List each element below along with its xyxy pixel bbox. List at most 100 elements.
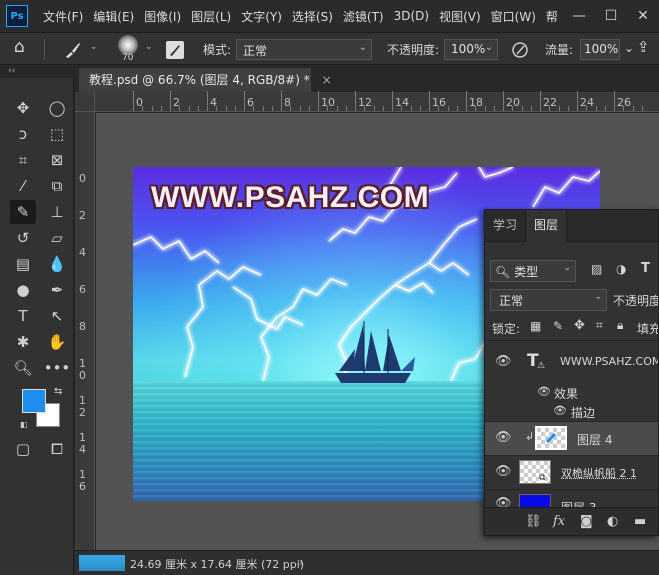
ruler-minor-tick — [225, 106, 227, 111]
add-mask-icon[interactable]: ◙ — [580, 514, 593, 529]
swap-colors-icon[interactable]: ⇆ — [54, 386, 62, 397]
crop-tool-icon[interactable]: ⌗ — [10, 148, 36, 172]
opacity-label: 不透明度: — [387, 43, 440, 57]
menu-help[interactable]: 帮 — [541, 8, 563, 25]
layer-filter-select[interactable]: 🔍︎ 类型 ⌄ — [490, 260, 576, 282]
type-tool-icon[interactable]: T — [10, 304, 36, 328]
ruler-minor-tick — [484, 106, 486, 111]
history-brush-tool-icon[interactable]: ↺ — [10, 226, 36, 250]
lock-transparent-icon[interactable]: ▦ — [530, 319, 541, 333]
visibility-eye-icon[interactable]: 👁︎ — [495, 354, 512, 369]
chevron-down-icon[interactable]: ⌄ — [624, 41, 634, 55]
more-tools-icon[interactable]: ••• — [44, 356, 71, 380]
toolbar-collapse[interactable]: ‹‹ — [0, 65, 44, 78]
home-icon[interactable]: ⌂ — [14, 37, 25, 57]
visibility-eye-icon[interactable]: 👁︎ — [553, 404, 567, 417]
clipping-mask-icon: ↲ — [525, 430, 535, 443]
layer-effects-row[interactable]: 👁︎ 效果 — [485, 383, 658, 401]
filter-adjustment-icon[interactable]: ◑ — [616, 262, 626, 276]
minimize-button[interactable]: — — [563, 8, 595, 24]
brush-tool-icon[interactable]: ✎ — [10, 200, 36, 224]
lock-artboard-icon[interactable]: ⌗ — [596, 318, 603, 333]
lock-all-icon[interactable]: 🔒︎ — [617, 318, 623, 333]
menu-3d[interactable]: 3D(D) — [389, 9, 434, 23]
ruler-major-tick — [281, 91, 282, 111]
document-dimensions[interactable]: 24.69 厘米 x 17.64 厘米 (72 ppi) — [130, 556, 304, 572]
menu-layer[interactable]: 图层(L) — [186, 8, 236, 25]
menu-filter[interactable]: 滤镜(T) — [338, 8, 389, 25]
ruler-minor-tick — [493, 106, 495, 111]
flow-input[interactable]: 100% — [580, 39, 620, 60]
default-colors-icon[interactable]: ◧ — [20, 420, 28, 429]
chevron-down-icon[interactable]: ⌄ — [145, 42, 153, 52]
lock-pixels-icon[interactable]: ✎ — [553, 319, 563, 333]
gradient-tool-icon[interactable]: ▤ — [10, 252, 36, 276]
move-tool-icon[interactable]: ✥ — [10, 96, 36, 120]
menu-image[interactable]: 图像(I) — [139, 8, 186, 25]
fx-icon[interactable]: fx — [553, 514, 565, 529]
layer-thumbnail[interactable] — [519, 460, 551, 484]
document-tab[interactable]: 教程.psd @ 66.7% (图层 4, RGB/8#) * × — [79, 68, 332, 92]
ruler-minor-tick — [447, 106, 449, 111]
brush-tool-icon[interactable] — [62, 40, 82, 60]
lock-position-icon[interactable]: ✥ — [574, 318, 585, 333]
layer-row-selected[interactable]: 👁︎ ↲ 图层 4 — [485, 422, 658, 455]
ruler-corner[interactable] — [75, 92, 95, 112]
chevron-down-icon[interactable]: ⌄ — [90, 42, 98, 52]
share-icon[interactable]: ⇪ — [637, 38, 650, 56]
opacity-input[interactable]: 100% ⌄ — [444, 39, 498, 60]
brush-settings-icon[interactable] — [166, 41, 184, 59]
menu-view[interactable]: 视图(V) — [434, 8, 486, 25]
menu-file[interactable]: 文件(F) — [38, 8, 88, 25]
object-select-tool-icon[interactable]: ⬚ — [44, 122, 70, 146]
marquee-tool-icon[interactable]: ◯ — [44, 96, 70, 120]
visibility-eye-icon[interactable]: 👁︎ — [495, 430, 512, 445]
layer-row[interactable]: 👁︎ ⧉ 双桅纵帆船 2 1 — [485, 456, 658, 489]
menu-window[interactable]: 窗口(W) — [486, 8, 541, 25]
patch-tool-icon[interactable]: ⧉ — [44, 174, 70, 198]
filter-pixel-icon[interactable]: ▨ — [591, 262, 602, 276]
path-select-tool-icon[interactable]: ↖ — [44, 304, 70, 328]
pen-tool-icon[interactable]: ✒ — [44, 278, 70, 302]
blend-mode-select[interactable]: 正常 ⌄ — [490, 289, 607, 311]
filter-type-icon[interactable]: T — [641, 261, 650, 276]
layer-effect-stroke-row[interactable]: 👁︎ 描边 — [485, 402, 658, 420]
pressure-opacity-icon[interactable] — [510, 40, 530, 60]
layer-thumbnail[interactable] — [535, 426, 567, 450]
maximize-button[interactable]: ☐ — [595, 8, 627, 24]
photoshop-logo[interactable]: Ps — [6, 5, 28, 27]
link-layers-icon[interactable]: ⛓ — [525, 514, 542, 529]
adjustment-layer-icon[interactable]: ◐ — [607, 514, 618, 529]
menu-type[interactable]: 文字(Y) — [236, 8, 287, 25]
brush-preset-preview[interactable] — [118, 35, 138, 55]
divider — [44, 39, 45, 60]
blur-tool-icon[interactable]: 💧 — [44, 252, 70, 276]
stamp-tool-icon[interactable]: ⊥ — [44, 200, 70, 224]
lasso-tool-icon[interactable]: ↄ — [10, 122, 36, 146]
ruler-minor-tick — [586, 106, 588, 111]
tab-learn[interactable]: 学习 — [485, 210, 525, 242]
menu-select[interactable]: 选择(S) — [287, 8, 338, 25]
zoom-tool-icon[interactable]: 🔍︎ — [10, 356, 36, 380]
ruler-minor-tick — [234, 106, 236, 111]
visibility-eye-icon[interactable]: 👁︎ — [495, 464, 512, 479]
close-button[interactable]: ✕ — [627, 8, 659, 24]
layer-effects-label: 效果 — [554, 387, 579, 401]
ruler-minor-tick — [419, 106, 421, 111]
frame-tool-icon[interactable]: ⊠ — [44, 148, 70, 172]
screen-mode-icon[interactable]: ⧠ — [44, 437, 70, 461]
layer-row[interactable]: 👁︎ T ⚠ WWW.PSAHZ.COM — [485, 341, 658, 383]
eraser-tool-icon[interactable]: ▱ — [44, 226, 70, 250]
quick-mask-icon[interactable]: ▢ — [10, 437, 36, 461]
hand-tool-icon[interactable]: ✋ — [44, 330, 70, 354]
eyedropper-tool-icon[interactable]: ⁄ — [10, 174, 36, 198]
shape-tool-icon[interactable]: ✱ — [10, 330, 36, 354]
close-tab-icon[interactable]: × — [322, 73, 332, 87]
dodge-tool-icon[interactable]: ● — [10, 278, 36, 302]
mode-select[interactable]: 正常 ⌄ — [236, 39, 372, 60]
status-menu-arrow[interactable]: › — [299, 556, 303, 569]
tab-layers[interactable]: 图层 — [525, 210, 568, 242]
new-group-icon[interactable]: ▬ — [634, 514, 646, 529]
visibility-eye-icon[interactable]: 👁︎ — [537, 385, 551, 398]
menu-edit[interactable]: 编辑(E) — [88, 8, 139, 25]
